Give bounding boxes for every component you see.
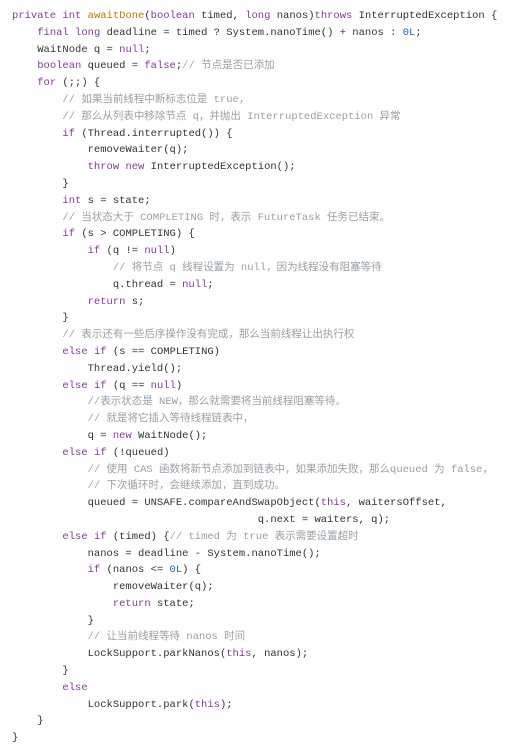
txt: s; [125, 296, 144, 308]
txt: nanos = deadline - System.nanoTime(); [88, 548, 321, 560]
txt: LockSupport.parkNanos( [88, 648, 227, 660]
txt: , nanos); [251, 648, 308, 660]
txt: } [12, 732, 18, 744]
kw-else: else [62, 682, 87, 694]
txt: q = [88, 430, 113, 442]
comment: // 节点是否已添加 [182, 60, 274, 72]
comment: //表示状态是 NEW，那么就需要将当前线程阻塞等待。 [88, 396, 346, 408]
txt: } [37, 715, 43, 727]
kw-if: if [62, 228, 75, 240]
kw-else: else [62, 531, 87, 543]
txt: LockSupport.park( [88, 699, 195, 711]
txt: ; [415, 27, 421, 39]
txt: removeWaiter(q); [88, 144, 189, 156]
kw-this: this [226, 648, 251, 660]
kw-boolean: boolean [151, 10, 195, 22]
kw-if: if [94, 346, 107, 358]
kw-this: this [321, 497, 346, 509]
comment: // 当状态大于 COMPLETING 时，表示 FutureTask 任务已结… [62, 212, 390, 224]
kw-for: for [37, 77, 56, 89]
comment: // 表示还有一些后序操作没有完成，那么当前线程让出执行权 [62, 329, 354, 341]
txt: ; [144, 44, 150, 56]
txt: (timed) { [107, 531, 170, 543]
comment: // timed 为 true 表示需要设置超时 [170, 531, 359, 543]
txt: q.thread = [113, 279, 182, 291]
txt: removeWaiter(q); [113, 581, 214, 593]
txt: (!queued) [107, 447, 170, 459]
kw-new: new [125, 161, 144, 173]
kw-false: false [144, 60, 176, 72]
txt: ) { [182, 564, 201, 576]
num: 0L [170, 564, 183, 576]
kw-else: else [62, 447, 87, 459]
txt: ) [170, 245, 176, 257]
txt: s = state; [81, 195, 150, 207]
txt: queued = [81, 60, 144, 72]
txt: (s == COMPLETING) [107, 346, 220, 358]
kw-int: int [62, 195, 81, 207]
kw-this: this [195, 699, 220, 711]
txt: (q == [107, 380, 151, 392]
kw-final: final [37, 27, 69, 39]
kw-null: null [144, 245, 169, 257]
txt: Thread.yield(); [88, 363, 183, 375]
txt: , waitersOffset, [346, 497, 447, 509]
comment: // 如果当前线程中断标志位是 true， [62, 94, 249, 106]
txt: state; [151, 598, 195, 610]
kw-if: if [88, 245, 101, 257]
kw-if: if [94, 447, 107, 459]
comment: // 那么从列表中移除节点 q，并抛出 InterruptedException… [62, 111, 400, 123]
kw-private: private [12, 10, 56, 22]
kw-return: return [113, 598, 151, 610]
txt: ; [207, 279, 213, 291]
txt: ) [176, 380, 182, 392]
txt: (q != [100, 245, 144, 257]
txt: (nanos <= [100, 564, 169, 576]
kw-new: new [113, 430, 132, 442]
txt: (s > COMPLETING) { [75, 228, 195, 240]
comment: // 下次循环时，会继续添加，直到成功。 [88, 480, 285, 492]
kw-null: null [151, 380, 176, 392]
txt: } [62, 665, 68, 677]
method-name: awaitDone [88, 10, 145, 22]
code-block: private int awaitDone(boolean timed, lon… [12, 8, 500, 747]
kw-if: if [94, 531, 107, 543]
txt: } [62, 312, 68, 324]
kw-else: else [62, 346, 87, 358]
kw-long: long [245, 10, 270, 22]
kw-throws: throws [315, 10, 353, 22]
txt: InterruptedException(); [144, 161, 295, 173]
kw-throw: throw [88, 161, 120, 173]
txt: (Thread.interrupted()) { [75, 128, 233, 140]
txt: nanos) [270, 10, 314, 22]
kw-return: return [88, 296, 126, 308]
txt: } [62, 178, 68, 190]
kw-int: int [62, 10, 81, 22]
txt: InterruptedException { [352, 10, 497, 22]
kw-long: long [75, 27, 100, 39]
txt: WaitNode(); [132, 430, 208, 442]
comment: // 将节点 q 线程设置为 null，因为线程没有阻塞等待 [113, 262, 382, 274]
txt: q.next = waiters, q); [258, 514, 390, 526]
comment: // 就是将它插入等待线程链表中， [88, 413, 254, 425]
kw-null: null [119, 44, 144, 56]
kw-if: if [62, 128, 75, 140]
kw-boolean: boolean [37, 60, 81, 72]
txt: queued = UNSAFE.compareAndSwapObject( [88, 497, 321, 509]
txt: timed, [195, 10, 245, 22]
comment: // 使用 CAS 函数将新节点添加到链表中，如果添加失败，那么queued 为… [88, 464, 493, 476]
txt: ); [220, 699, 233, 711]
txt: deadline = timed ? System.nanoTime() + n… [100, 27, 402, 39]
kw-else: else [62, 380, 87, 392]
txt: } [88, 615, 94, 627]
txt: WaitNode q = [37, 44, 119, 56]
txt: (;;) { [56, 77, 100, 89]
kw-if: if [88, 564, 101, 576]
kw-null: null [182, 279, 207, 291]
kw-if: if [94, 380, 107, 392]
num: 0L [403, 27, 416, 39]
